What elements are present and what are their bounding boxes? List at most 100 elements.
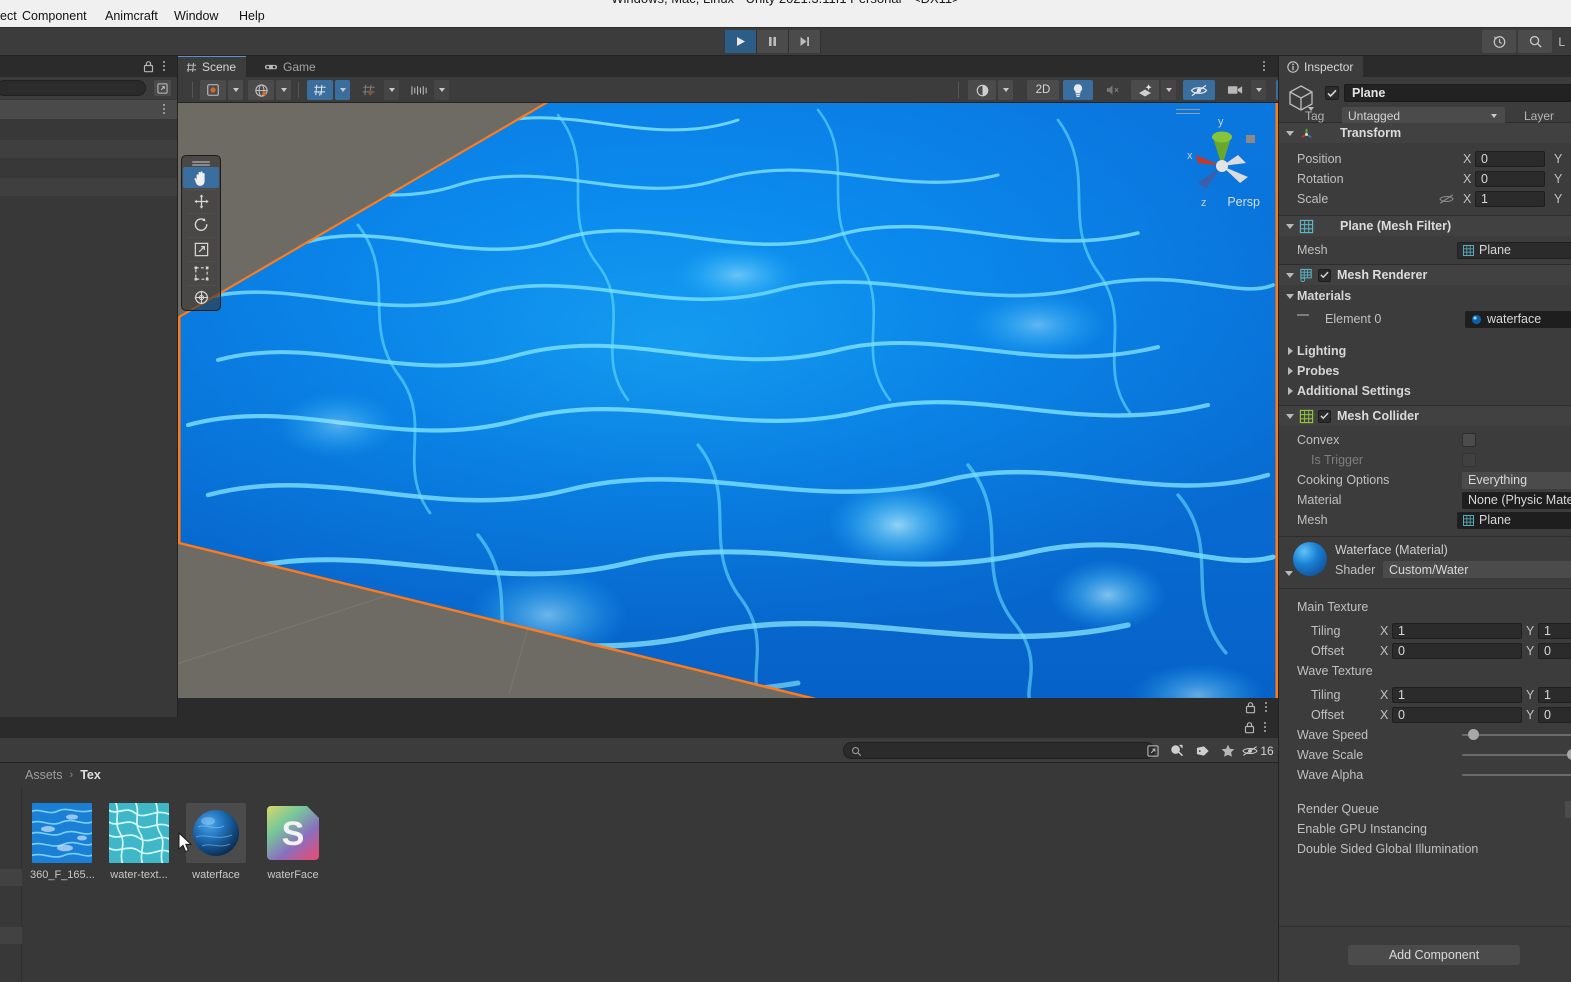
main-tiling-y-field[interactable]: 1	[1538, 623, 1571, 639]
add-component-button[interactable]: Add Component	[1348, 944, 1520, 965]
mesh-collider-header[interactable]: Mesh Collider	[1279, 406, 1571, 426]
grid-visibility-toggle[interactable]: Y	[307, 80, 333, 100]
materials-foldout-row[interactable]: Materials	[1279, 285, 1571, 307]
mesh-renderer-foldout[interactable]	[1285, 270, 1295, 280]
lock-icon[interactable]	[143, 60, 154, 76]
hierarchy-item-row[interactable]	[0, 178, 177, 196]
hand-tool-button[interactable]	[183, 167, 219, 188]
tab-inspector[interactable]: Inspector	[1279, 56, 1364, 77]
grid-size-dropdown[interactable]	[434, 80, 449, 100]
lighting-section-row[interactable]: Lighting	[1279, 341, 1571, 361]
step-button[interactable]	[789, 30, 821, 53]
render-queue-dropdown[interactable]	[1565, 800, 1571, 818]
hierarchy-item-row[interactable]	[0, 140, 177, 158]
effects-toggle[interactable]	[1131, 80, 1159, 100]
tab-scene[interactable]: Scene	[178, 56, 247, 77]
save-search-icon[interactable]	[1140, 741, 1166, 760]
tab-game[interactable]: Game	[256, 56, 326, 77]
effects-dropdown[interactable]	[1161, 80, 1176, 100]
breadcrumb-tex[interactable]: Tex	[80, 768, 101, 782]
mesh-renderer-enabled-checkbox[interactable]	[1318, 268, 1331, 282]
physic-material-field[interactable]: None (Physic Mate	[1462, 491, 1571, 509]
gizmo-perspective-label[interactable]: Persp	[1227, 195, 1260, 209]
gameobject-enabled-checkbox[interactable]	[1325, 86, 1339, 100]
material-object-field[interactable]: waterface	[1465, 310, 1571, 328]
wave-scale-slider[interactable]	[1462, 747, 1571, 763]
asset-item[interactable]: S waterFace	[261, 803, 325, 881]
cooking-options-dropdown[interactable]: Everything	[1462, 471, 1571, 489]
scene-camera-button[interactable]	[1221, 80, 1249, 100]
menu-item-animcraft[interactable]: Animcraft	[105, 9, 158, 23]
shader-dropdown[interactable]: Custom/Water	[1383, 561, 1571, 578]
mesh-filter-foldout[interactable]	[1285, 221, 1295, 231]
hierarchy-search-input[interactable]	[0, 80, 146, 96]
main-offset-y-field[interactable]: 0	[1538, 643, 1571, 659]
label-filter-icon[interactable]	[1190, 741, 1216, 760]
wave-tiling-y-field[interactable]: 1	[1538, 687, 1571, 703]
drag-handle-icon[interactable]	[1297, 314, 1309, 316]
grid-snapping-toggle[interactable]	[356, 80, 382, 100]
probes-section-row[interactable]: Probes	[1279, 361, 1571, 381]
asset-item[interactable]: 360_F_165...	[30, 803, 94, 881]
rotate-tool-button[interactable]	[183, 215, 219, 236]
wave-speed-slider[interactable]	[1462, 727, 1571, 743]
shading-mode-button[interactable]	[968, 80, 996, 100]
draw-mode-dropdown[interactable]	[228, 80, 243, 100]
scene-lighting-toggle[interactable]	[1063, 80, 1093, 100]
menu-item-component[interactable]: Component	[22, 9, 87, 23]
asset-item[interactable]: water-text...	[107, 803, 171, 881]
menu-item-help[interactable]: Help	[239, 9, 265, 23]
gameobject-name-field[interactable]: Plane	[1344, 84, 1571, 102]
play-button[interactable]	[725, 30, 757, 53]
hierarchy-row-menu-icon[interactable]	[158, 102, 170, 116]
transform-header[interactable]: Transform	[1279, 123, 1571, 143]
project-menu-icon[interactable]	[1259, 720, 1271, 734]
mesh-collider-enabled-checkbox[interactable]	[1318, 409, 1331, 423]
scale-x-field[interactable]: 1	[1475, 191, 1545, 207]
view-space-dropdown[interactable]	[276, 80, 291, 100]
main-offset-x-field[interactable]: 0	[1392, 643, 1522, 659]
mesh-collider-foldout[interactable]	[1285, 411, 1295, 421]
shading-mode-dropdown[interactable]	[998, 80, 1013, 100]
scale-tool-button[interactable]	[183, 239, 219, 260]
convex-checkbox[interactable]	[1462, 433, 1476, 447]
move-tool-button[interactable]	[183, 191, 219, 212]
scene-menu-icon[interactable]	[1258, 59, 1270, 73]
wave-offset-x-field[interactable]: 0	[1392, 707, 1522, 723]
asset-item[interactable]: waterface	[184, 803, 248, 881]
main-tiling-x-field[interactable]: 1	[1392, 623, 1522, 639]
tool-palette-grip[interactable]	[192, 161, 210, 163]
mesh-object-field[interactable]: Plane	[1457, 241, 1571, 259]
material-foldout[interactable]	[1285, 571, 1293, 576]
grid-size-button[interactable]	[406, 80, 432, 100]
constrain-proportions-icon[interactable]	[1439, 192, 1454, 209]
hidden-packages-toggle[interactable]: 16	[1238, 741, 1278, 760]
menu-item-edit[interactable]: ect	[0, 9, 17, 23]
draw-mode-button[interactable]	[200, 80, 226, 100]
project-lock-icon[interactable]	[1244, 721, 1255, 737]
transform-foldout[interactable]	[1285, 128, 1295, 138]
wave-offset-y-field[interactable]: 0	[1538, 707, 1571, 723]
expand-icon[interactable]	[154, 80, 171, 96]
scene-camera-dropdown[interactable]	[1251, 80, 1266, 100]
additional-settings-section-row[interactable]: Additional Settings	[1279, 381, 1571, 401]
wave-tiling-x-field[interactable]: 1	[1392, 687, 1522, 703]
global-search-button[interactable]	[1518, 30, 1553, 53]
transform-tool-button[interactable]	[183, 287, 219, 308]
mesh-filter-header[interactable]: Plane (Mesh Filter)	[1279, 216, 1571, 236]
scene-footer-menu-icon[interactable]	[1260, 700, 1272, 714]
mesh-renderer-header[interactable]: Mesh Renderer	[1279, 265, 1571, 285]
grid-snap-dropdown[interactable]	[384, 80, 399, 100]
wave-alpha-slider[interactable]	[1462, 767, 1571, 783]
scene-viewport[interactable]: y x z Persp	[178, 103, 1278, 717]
scene-lock-icon[interactable]	[1245, 701, 1256, 717]
undo-history-button[interactable]	[1482, 30, 1517, 53]
project-search-input[interactable]	[843, 742, 1155, 759]
pause-button[interactable]	[757, 30, 789, 53]
menu-item-window[interactable]: Window	[174, 9, 218, 23]
tag-dropdown[interactable]: Untagged	[1342, 107, 1505, 124]
collider-mesh-field[interactable]: Plane	[1457, 511, 1571, 529]
position-x-field[interactable]: 0	[1475, 151, 1545, 167]
search-asset-icon[interactable]	[1164, 741, 1190, 760]
view-space-button[interactable]	[248, 80, 274, 100]
